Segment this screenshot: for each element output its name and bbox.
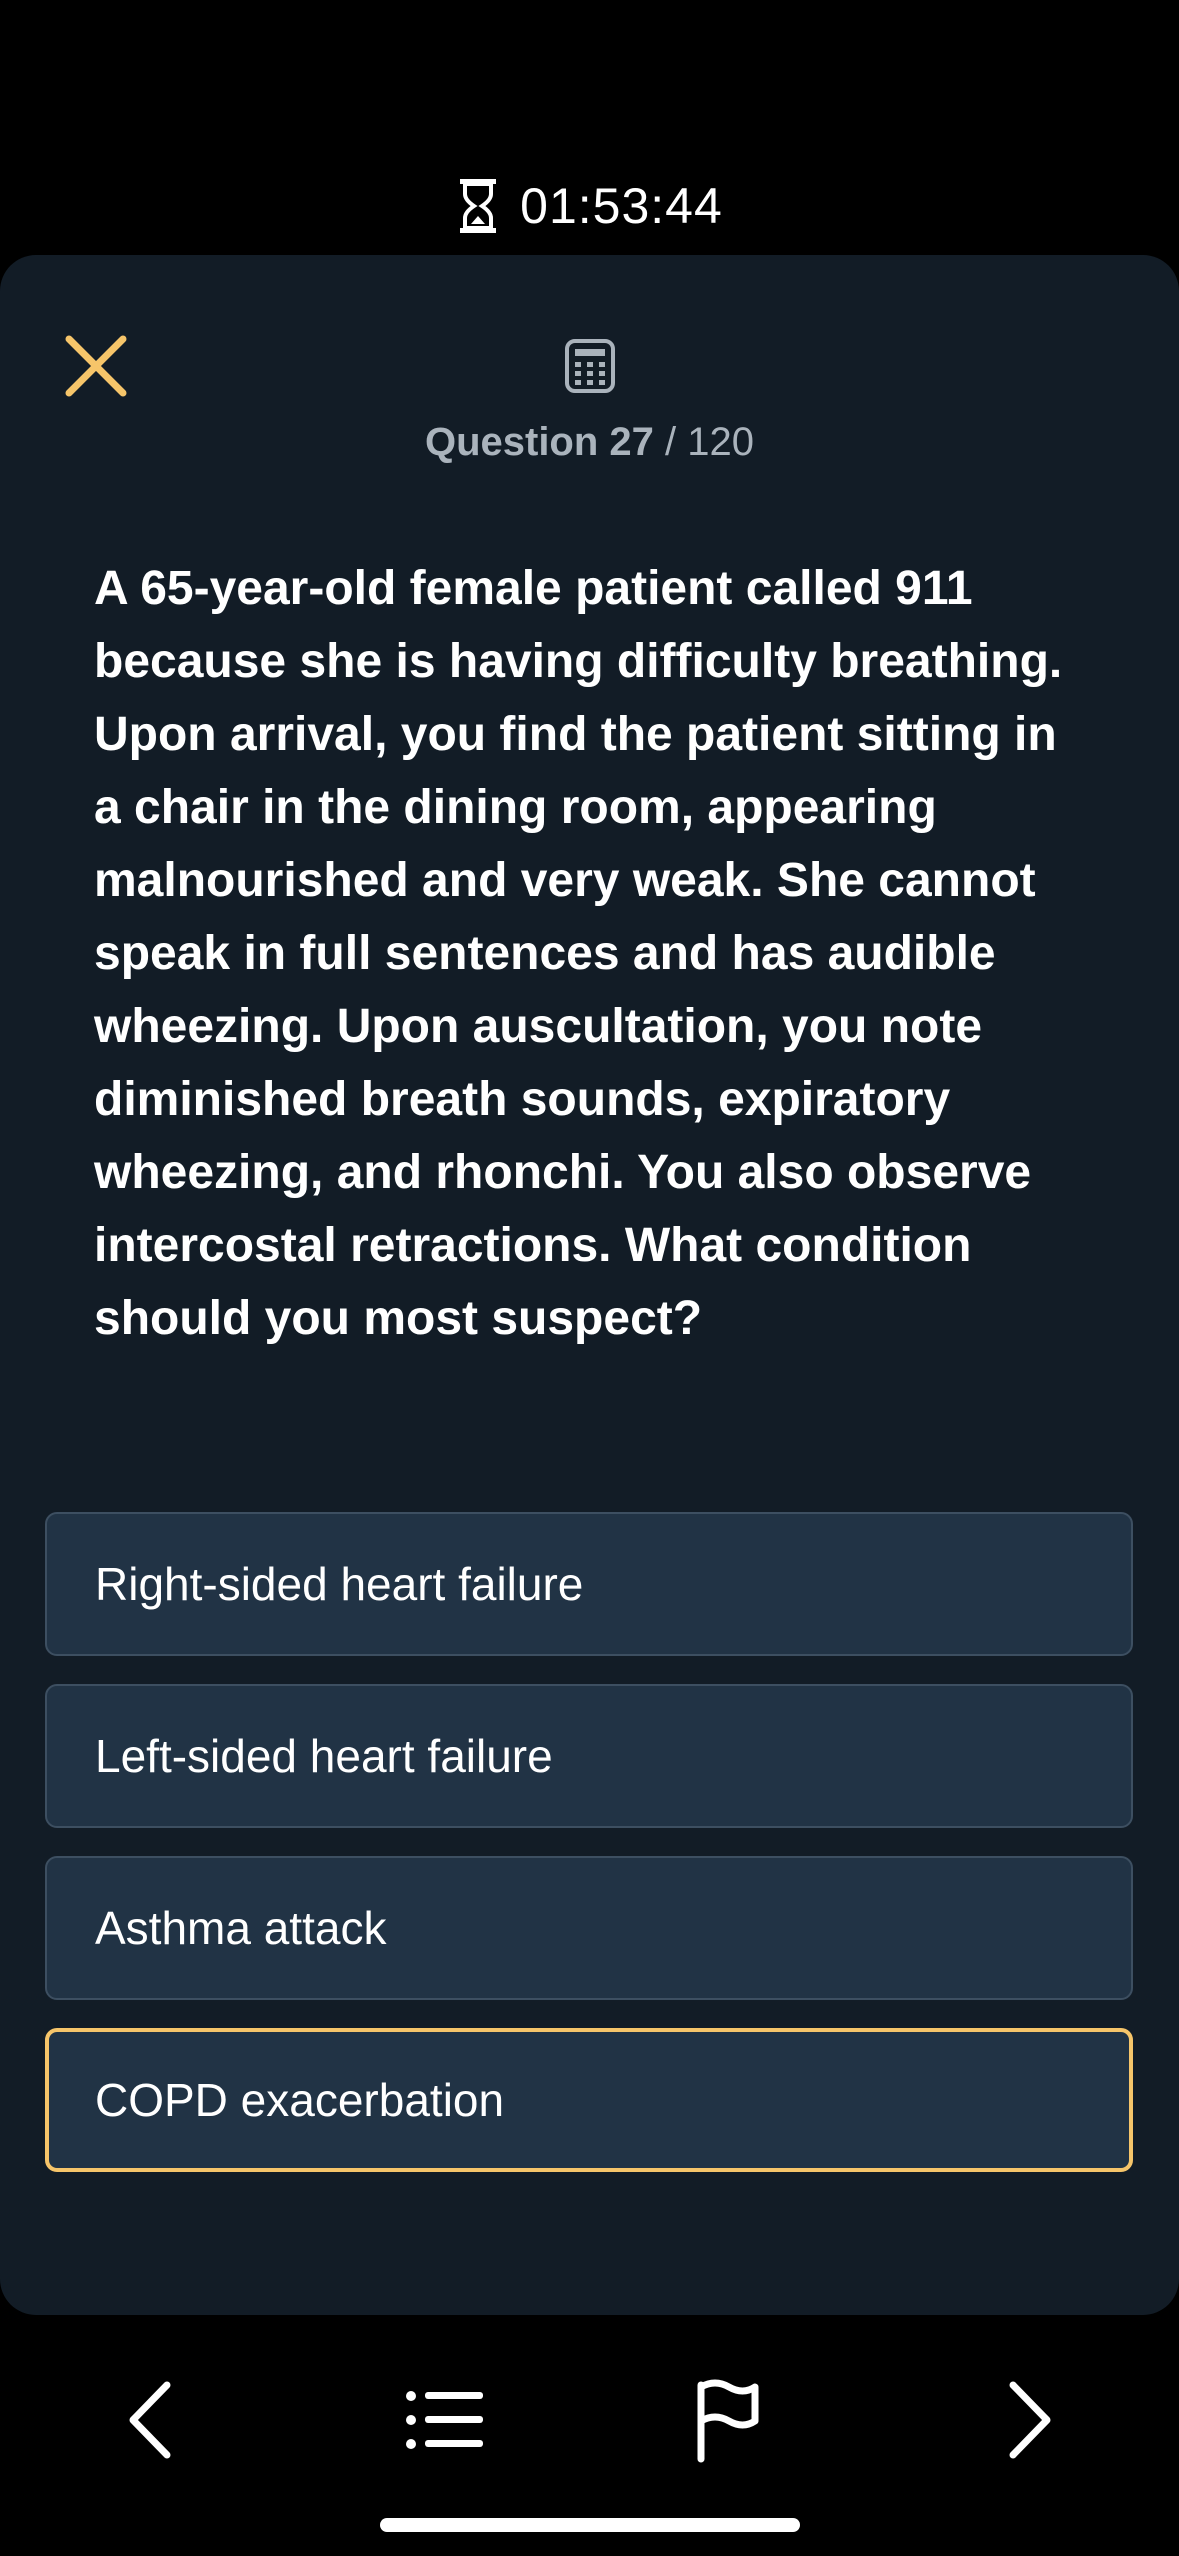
exam-timer: 01:53:44 <box>0 176 1179 236</box>
answer-list: Right-sided heart failure Left-sided hea… <box>45 1512 1133 2200</box>
answer-option-2[interactable]: Left-sided heart failure <box>45 1684 1133 1828</box>
previous-question-button[interactable] <box>100 2370 200 2470</box>
question-list-button[interactable] <box>395 2370 495 2470</box>
answer-option-1[interactable]: Right-sided heart failure <box>45 1512 1133 1656</box>
question-counter-label: Question <box>424 420 599 464</box>
next-question-button[interactable] <box>980 2370 1080 2470</box>
calculator-icon <box>565 339 615 393</box>
question-total-number: 120 <box>687 420 755 464</box>
calculator-button[interactable] <box>560 335 620 397</box>
hourglass-icon <box>460 179 497 233</box>
chevron-right-icon <box>1009 2381 1051 2459</box>
list-icon <box>406 2391 483 2449</box>
exam-screen: 01:53:44 Question 27 / 120 A 65-year-old… <box>0 0 1179 2556</box>
close-button[interactable] <box>60 330 132 402</box>
close-icon <box>65 335 127 397</box>
bottom-navigation <box>0 2370 1179 2470</box>
question-counter: Question 27 / 120 <box>0 420 1179 465</box>
answer-option-4-selected[interactable]: COPD exacerbation <box>45 2028 1133 2172</box>
question-counter-separator: / <box>665 420 677 464</box>
answer-option-3[interactable]: Asthma attack <box>45 1856 1133 2000</box>
flag-question-button[interactable] <box>677 2370 777 2470</box>
question-current-number: 27 <box>609 420 654 464</box>
timer-value: 01:53:44 <box>520 178 723 234</box>
chevron-left-icon <box>129 2381 171 2459</box>
home-indicator[interactable] <box>380 2518 800 2532</box>
flag-icon <box>697 2379 759 2463</box>
question-stem: A 65-year-old female patient called 911 … <box>94 562 1063 1345</box>
